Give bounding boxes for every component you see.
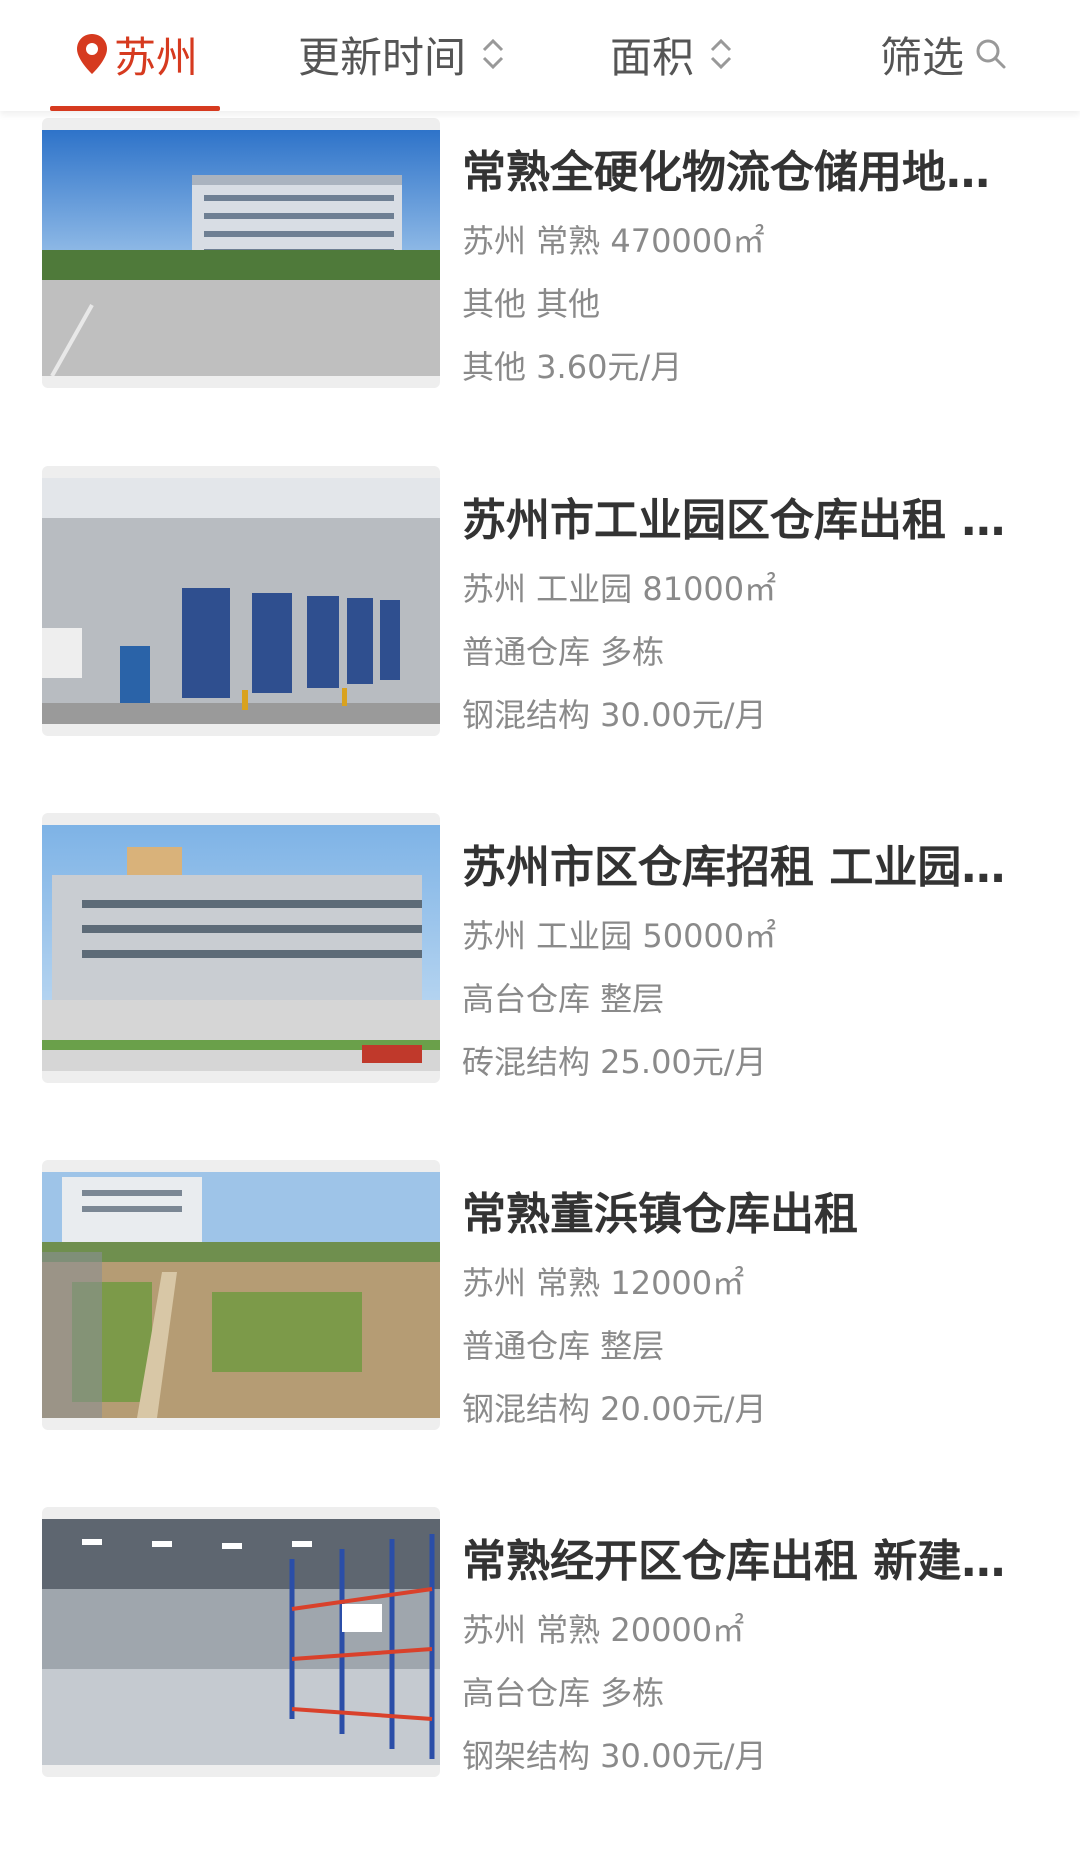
sort-arrows-icon xyxy=(710,38,732,70)
listing-card[interactable]: 常熟董浜镇仓库出租 苏州 常熟 12000㎡ 普通仓库 整层 钢混结构 20.0… xyxy=(0,1160,1080,1460)
listing-title: 常熟董浜镇仓库出租 xyxy=(462,1189,858,1240)
active-tab-indicator xyxy=(50,106,220,111)
listing-location: 苏州 常熟 470000㎡ xyxy=(462,222,765,260)
listing-title: 常熟全硬化物流仓储用地… xyxy=(462,147,990,198)
warehouse-photo xyxy=(42,130,440,376)
listing-location: 苏州 工业园 81000㎡ xyxy=(462,570,777,608)
update-time-label: 更新时间 xyxy=(298,32,467,82)
listing-card[interactable]: 苏州市区仓库招租 工业园… 苏州 工业园 50000㎡ 高台仓库 整层 砖混结构… xyxy=(0,813,1080,1113)
area-label: 面积 xyxy=(610,32,695,82)
listing-photo xyxy=(42,1507,440,1777)
listing-card[interactable]: 常熟经开区仓库出租 新建… 苏州 常熟 20000㎡ 高台仓库 多栋 钢架结构 … xyxy=(0,1507,1080,1807)
land-photo xyxy=(42,1172,440,1418)
listing-price: 钢混结构 30.00元/月 xyxy=(462,696,767,734)
listing-type: 普通仓库 整层 xyxy=(462,1327,665,1365)
filter-bar: 苏州 更新时间 面积 筛选 xyxy=(0,0,1080,111)
filter-button[interactable]: 筛选 xyxy=(880,22,1008,86)
warehouse-photo xyxy=(42,478,440,724)
sort-update-time[interactable]: 更新时间 xyxy=(298,22,508,86)
listing-type: 高台仓库 多栋 xyxy=(462,1674,665,1712)
listing-price: 其他 3.60元/月 xyxy=(462,348,683,386)
search-icon xyxy=(976,39,1006,69)
listing-price: 钢混结构 20.00元/月 xyxy=(462,1390,767,1428)
warehouse-interior-photo xyxy=(42,1519,440,1765)
filter-label: 筛选 xyxy=(880,32,965,82)
listing-price: 钢架结构 30.00元/月 xyxy=(462,1737,767,1775)
listing-title: 常熟经开区仓库出租 新建… xyxy=(462,1536,1006,1587)
city-selector[interactable]: 苏州 xyxy=(74,22,198,86)
sort-area[interactable]: 面积 xyxy=(610,22,736,86)
sort-arrows-icon xyxy=(482,38,504,70)
listing-title: 苏州市区仓库招租 工业园… xyxy=(462,842,1006,893)
listing-location: 苏州 常熟 12000㎡ xyxy=(462,1264,745,1302)
warehouse-photo xyxy=(42,825,440,1071)
listing-photo xyxy=(42,813,440,1083)
listing-type: 其他 其他 xyxy=(462,285,601,323)
listing-card[interactable]: 常熟全硬化物流仓储用地… 苏州 常熟 470000㎡ 其他 其他 其他 3.60… xyxy=(0,118,1080,418)
listing-type: 高台仓库 整层 xyxy=(462,980,665,1018)
listing-photo xyxy=(42,466,440,736)
listing-photo xyxy=(42,1160,440,1430)
listing-type: 普通仓库 多栋 xyxy=(462,633,665,671)
location-pin-icon xyxy=(77,34,107,74)
listing-location: 苏州 工业园 50000㎡ xyxy=(462,917,777,955)
listing-location: 苏州 常熟 20000㎡ xyxy=(462,1611,745,1649)
listing-price: 砖混结构 25.00元/月 xyxy=(462,1043,767,1081)
listing-photo xyxy=(42,118,440,388)
city-label: 苏州 xyxy=(114,32,199,82)
listing-card[interactable]: 苏州市工业园区仓库出租 … 苏州 工业园 81000㎡ 普通仓库 多栋 钢混结构… xyxy=(0,466,1080,766)
listing-title: 苏州市工业园区仓库出租 … xyxy=(462,495,1006,546)
